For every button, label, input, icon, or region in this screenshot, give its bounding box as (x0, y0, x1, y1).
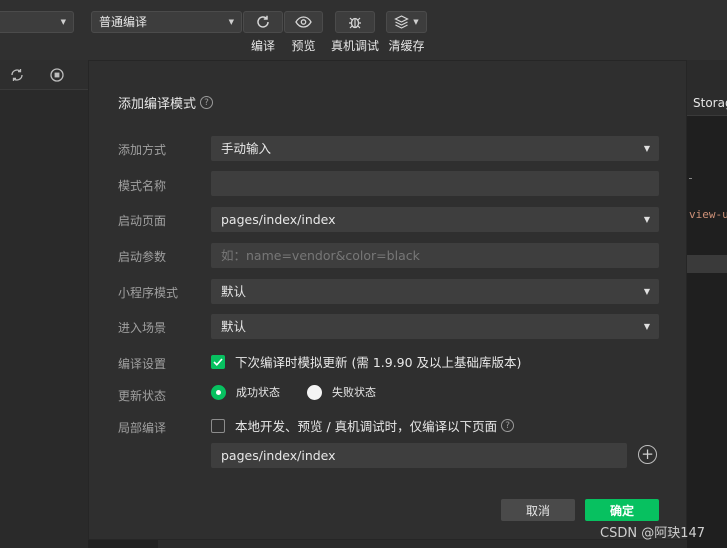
compile-mode-select[interactable]: 普通编译 ▼ (91, 11, 242, 33)
simulator-panel (0, 90, 88, 548)
check-icon (213, 357, 223, 366)
preview-button[interactable] (284, 11, 323, 33)
mode-name-label: 模式名称 (118, 179, 167, 193)
stop-icon[interactable] (50, 68, 64, 82)
simulate-update-option[interactable]: 下次编译时模拟更新 (需 1.9.90 及以上基础库版本) (211, 352, 521, 371)
add-page-button[interactable]: + (638, 445, 657, 464)
radio-unselected[interactable] (307, 384, 322, 400)
rotate-icon[interactable] (10, 68, 24, 82)
chevron-down-icon: ▼ (643, 287, 650, 296)
chevron-down-icon: ▼ (643, 215, 650, 224)
compile-label: 编译 (250, 39, 275, 53)
plus-icon: + (641, 445, 654, 463)
chevron-down-icon: ▼ (643, 322, 650, 331)
editor-panel: Storag view-u (687, 90, 727, 548)
simulator-toolbar (0, 60, 88, 90)
dialog-title-text: 添加编译模式 (118, 97, 197, 112)
launch-page-label: 启动页面 (118, 214, 167, 228)
launch-page-value: pages/index/index (221, 212, 336, 227)
dialog-title: 添加编译模式 ? (118, 93, 214, 112)
mini-mode-value: 默认 (221, 284, 247, 299)
compile-button[interactable] (243, 11, 283, 33)
status-success-radio[interactable]: 成功状态 (211, 384, 280, 400)
cancel-button[interactable]: 取消 (501, 499, 575, 521)
compile-mode-value: 普通编译 (99, 15, 148, 29)
launch-params-label: 启动参数 (118, 250, 167, 264)
add-method-select[interactable]: 手动输入 ▼ (211, 136, 659, 161)
refresh-icon (257, 15, 269, 28)
chevron-down-icon: ▼ (413, 18, 419, 26)
launch-page-select[interactable]: pages/index/index ▼ (211, 207, 659, 232)
help-icon[interactable]: ? (501, 419, 515, 432)
bottom-bar (88, 540, 158, 548)
partial-compile-label: 局部编译 (118, 421, 167, 435)
simulate-update-checkbox[interactable] (211, 354, 225, 369)
radio-selected[interactable] (211, 384, 226, 400)
clear-cache-label: 清缓存 (388, 39, 425, 53)
scene-value: 默认 (221, 319, 247, 334)
compile-settings-label: 编译设置 (118, 357, 167, 371)
code-marker (689, 178, 692, 179)
add-compile-mode-dialog: 添加编译模式 ? 添加方式 手动输入 ▼ 模式名称 启动页面 pages/ind… (88, 60, 687, 540)
toolbar: ▼ 普通编译 ▼ ▼ 编译 预览 真机调试 清缓存 (0, 0, 727, 60)
status-fail-radio[interactable]: 失败状态 (307, 384, 376, 400)
mini-mode-label: 小程序模式 (118, 286, 179, 300)
partial-page-input[interactable]: pages/index/index (211, 443, 627, 468)
confirm-button[interactable]: 确定 (585, 499, 659, 521)
preview-label: 预览 (291, 39, 316, 53)
remote-debug-button[interactable] (335, 11, 375, 33)
simulate-update-text: 下次编译时模拟更新 (需 1.9.90 及以上基础库版本) (235, 355, 522, 370)
update-status-label: 更新状态 (118, 389, 167, 403)
clear-cache-button[interactable]: ▼ (386, 11, 427, 33)
partial-compile-checkbox[interactable] (211, 418, 225, 433)
scene-select[interactable]: 默认 ▼ (211, 314, 659, 339)
partial-compile-text: 本地开发、预览 / 真机调试时，仅编译以下页面 (235, 419, 498, 434)
editor-tabs: Storag (687, 90, 727, 116)
chevron-down-icon: ▼ (643, 144, 650, 153)
help-icon[interactable]: ? (200, 96, 214, 109)
highlighted-line (687, 255, 727, 273)
remote-debug-label: 真机调试 (330, 39, 379, 53)
watermark: CSDN @阿玦147 (600, 526, 706, 541)
scene-label: 进入场景 (118, 321, 167, 335)
tab-storage[interactable]: Storag (693, 96, 727, 110)
bug-icon (349, 17, 361, 29)
code-line: view-u (689, 208, 727, 221)
mode-name-input[interactable] (211, 171, 659, 196)
chevron-down-icon: ▼ (228, 18, 234, 26)
mini-mode-select[interactable]: 默认 ▼ (211, 279, 659, 304)
add-method-label: 添加方式 (118, 143, 167, 157)
status-success-text: 成功状态 (236, 386, 280, 399)
launch-params-input[interactable]: 如：name=vendor&color=black (211, 243, 659, 268)
eye-icon (295, 16, 312, 28)
add-method-value: 手动输入 (221, 141, 272, 156)
layers-icon (394, 15, 410, 29)
partial-compile-option[interactable]: 本地开发、预览 / 真机调试时，仅编译以下页面 ? (211, 416, 515, 435)
status-fail-text: 失败状态 (332, 386, 376, 399)
left-select[interactable]: ▼ (0, 11, 74, 33)
chevron-down-icon: ▼ (60, 18, 66, 26)
